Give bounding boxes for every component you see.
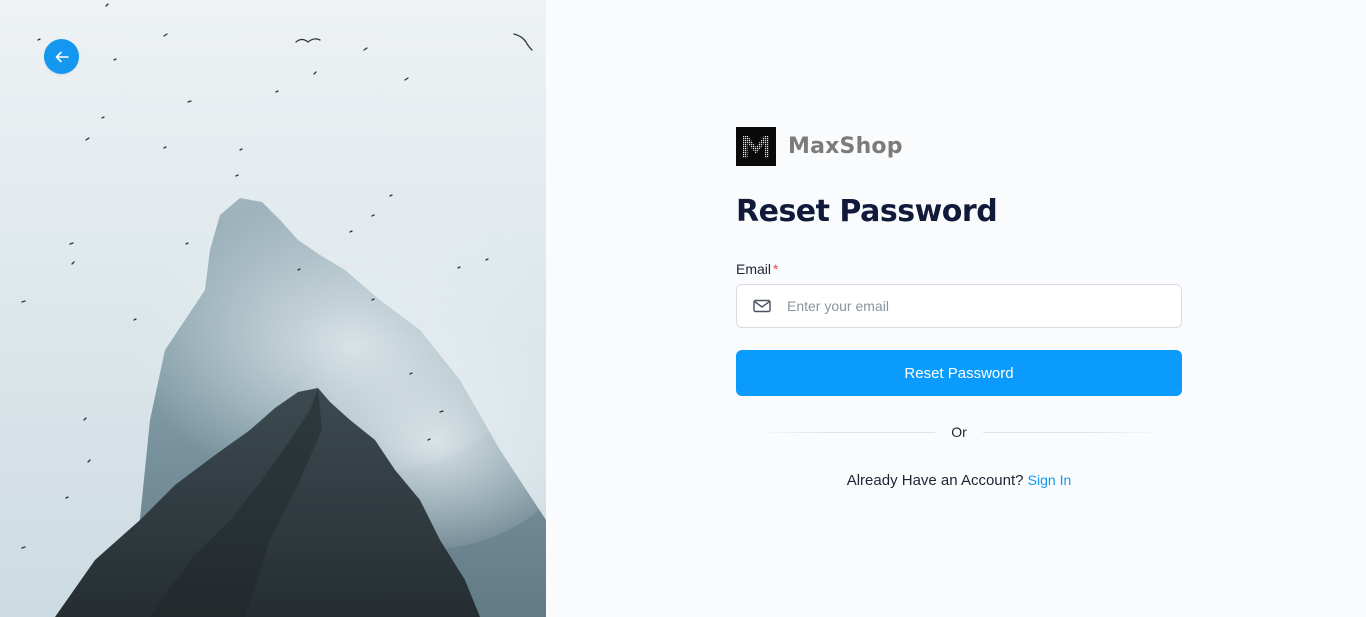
- divider-line-right: [982, 431, 1164, 433]
- reset-password-button[interactable]: Reset Password: [736, 350, 1182, 396]
- signin-prompt: Already Have an Account?: [846, 472, 1024, 489]
- email-field[interactable]: [736, 284, 1182, 328]
- back-button[interactable]: [44, 39, 79, 74]
- arrow-left-icon: [55, 51, 69, 62]
- hero-mountain-image: [0, 0, 546, 617]
- maxshop-logo-icon: [736, 127, 776, 166]
- divider-line-left: [754, 431, 936, 433]
- email-input[interactable]: [785, 285, 1181, 327]
- mail-icon: [753, 299, 771, 313]
- form-panel: MaxShop Reset Password Email* Reset Pass…: [546, 0, 1366, 617]
- email-label: Email *: [736, 261, 1182, 278]
- divider-text: Or: [951, 424, 967, 440]
- required-mark: *: [773, 261, 779, 277]
- signin-row: Already Have an Account? Sign In: [736, 472, 1182, 489]
- brand[interactable]: MaxShop: [736, 127, 1182, 166]
- hero-panel: [0, 0, 546, 617]
- brand-name: MaxShop: [788, 134, 903, 159]
- or-divider: Or: [736, 424, 1182, 440]
- email-label-text: Email: [736, 261, 772, 277]
- reset-password-form: MaxShop Reset Password Email* Reset Pass…: [736, 127, 1182, 489]
- reset-password-page: MaxShop Reset Password Email* Reset Pass…: [0, 0, 1366, 617]
- page-title: Reset Password: [736, 194, 998, 229]
- signin-link[interactable]: Sign In: [1028, 472, 1072, 488]
